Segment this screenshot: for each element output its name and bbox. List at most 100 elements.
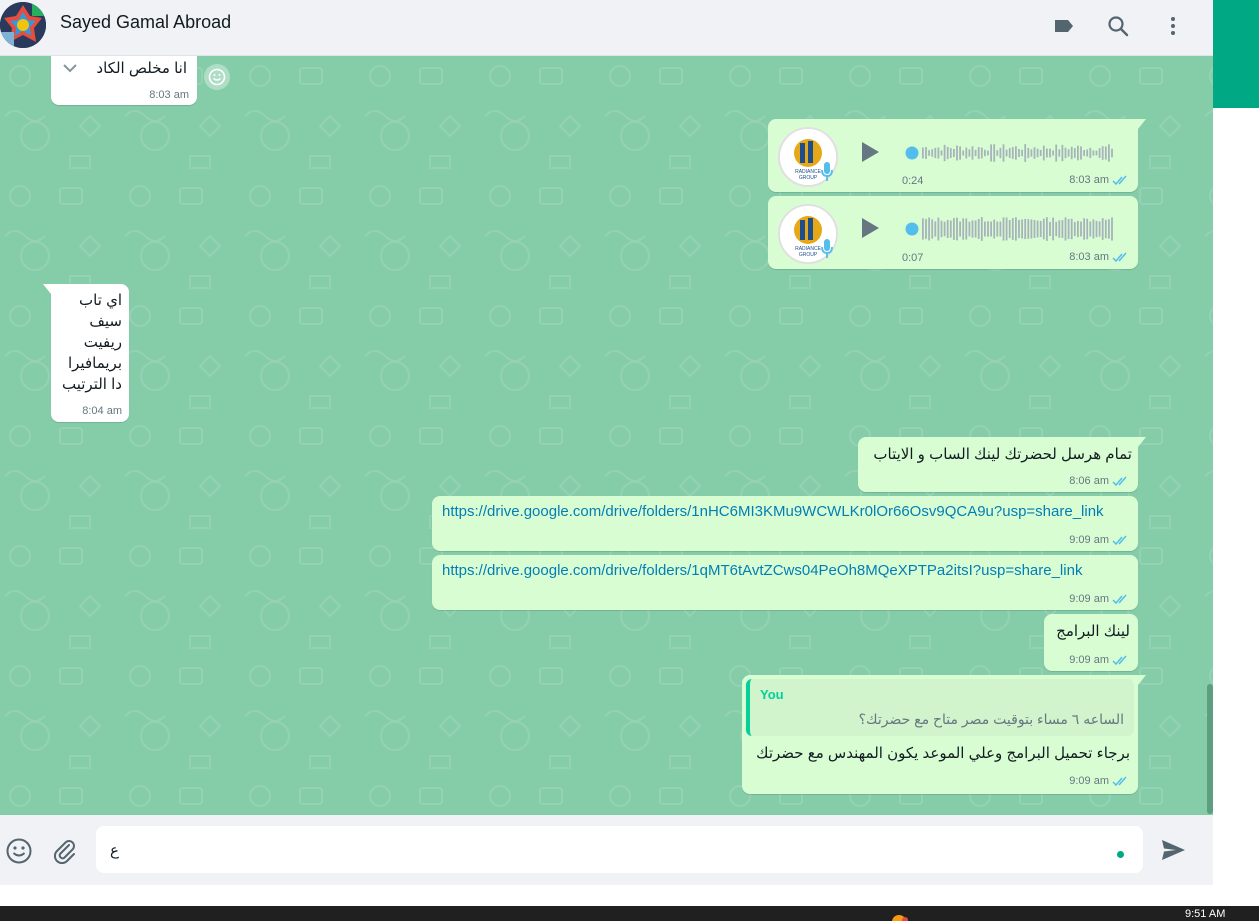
message-time-text: 9:09 am [1069, 775, 1109, 787]
outgoing-message[interactable]: تمام هرسل لحضرتك لينك الساب و الايتاب 8:… [858, 437, 1146, 492]
double-check-icon [1112, 252, 1127, 262]
waveform-bar [1005, 217, 1008, 241]
message-time: 9:09 am [1069, 534, 1130, 546]
waveform-bar [1058, 220, 1061, 238]
outgoing-link-message[interactable]: https://drive.google.com/drive/folders/1… [432, 496, 1138, 551]
waveform-bar [971, 220, 974, 238]
waveform-bar [934, 221, 937, 237]
outgoing-message[interactable]: لينك البرامج 9:09 am [1044, 614, 1138, 671]
quote-author: You [760, 687, 784, 702]
waveform-bar [1077, 145, 1079, 161]
waveform-bar [1021, 149, 1023, 157]
waveform-bar [1108, 144, 1110, 162]
outgoing-voice-message[interactable]: RADIANCE GROUP 0:24 8:03 am [768, 119, 1146, 192]
waveform-bar [1089, 147, 1092, 159]
message-time-text: 8:06 am [1069, 475, 1109, 487]
waveform-bar [922, 147, 924, 159]
contact-avatar[interactable] [0, 2, 46, 48]
taskbar-clock[interactable]: 9:51 AM [1185, 908, 1225, 920]
waveform-bar [1061, 144, 1064, 162]
waveform-bar [1104, 146, 1107, 160]
voice-waveform[interactable] [904, 214, 1114, 244]
waveform-bar [1080, 221, 1082, 237]
waveform-bar [943, 144, 946, 162]
chevron-down-icon[interactable] [61, 59, 79, 82]
waveform-bar [940, 150, 943, 156]
incoming-message[interactable]: اي تاب سيف ريفيت بريمافيرا دا الترتيب 8:… [43, 284, 129, 422]
waveform-bar [1052, 150, 1054, 156]
waveform-bar [946, 219, 949, 239]
double-check-icon [1112, 776, 1127, 786]
voice-waveform[interactable] [904, 138, 1114, 168]
waveform-bar [1018, 219, 1020, 239]
waveform-bar [1049, 221, 1051, 237]
message-input[interactable] [110, 839, 1090, 861]
waveform-bar [1021, 219, 1023, 239]
waveform-bar [1061, 220, 1064, 238]
play-icon[interactable] [856, 214, 884, 242]
waveform-bar [949, 148, 952, 158]
waveform-bar [1008, 148, 1011, 158]
outgoing-reply-message[interactable]: You الساعه ٦ مساء بتوقيت مصر متاح مع حضر… [742, 675, 1146, 794]
quote-text: الساعه ٦ مساء بتوقيت مصر متاح مع حضرتك؟ [858, 711, 1124, 727]
outgoing-voice-message[interactable]: RADIANCE GROUP 0:07 8:03 am [768, 196, 1138, 269]
message-time: 8:06 am [1069, 475, 1130, 487]
waveform-bar [1067, 149, 1070, 157]
waveform-bar [968, 149, 971, 157]
waveform-bar [922, 218, 924, 240]
waveform-bar [959, 146, 961, 160]
waveform-bar [980, 147, 983, 159]
message-time: 8:04 am [82, 405, 122, 417]
waveform-bar [1055, 144, 1058, 162]
tray-notification-icon [902, 917, 908, 921]
waveform-bar [1111, 217, 1113, 241]
emoji-reaction-icon[interactable] [204, 64, 230, 90]
message-list[interactable]: انا مخلص الكاد 8:03 am RADIANCE GROUP 0:… [0, 56, 1213, 815]
double-check-icon [1112, 535, 1127, 545]
waveform-bar [990, 144, 992, 162]
quoted-message[interactable]: You الساعه ٦ مساء بتوقيت مصر متاح مع حضر… [746, 679, 1134, 736]
message-line: ريفيت [83, 334, 122, 351]
waveform-bar [977, 147, 980, 159]
emoji-icon[interactable] [3, 835, 35, 867]
waveform-bar [1033, 147, 1036, 159]
logo-brand-sub: GROUP [799, 175, 818, 181]
search-icon[interactable] [1102, 10, 1134, 42]
message-text: برجاء تحميل البرامج وعلي الموعد يكون الم… [756, 745, 1130, 762]
waveform-bar [931, 149, 934, 157]
message-text: تمام هرسل لحضرتك لينك الساب و الايتاب [873, 446, 1132, 463]
waveform-bar [1101, 218, 1104, 240]
message-input-box[interactable] [96, 826, 1143, 873]
waveform-bar [984, 149, 986, 157]
waveform-bar [1089, 221, 1092, 237]
waveform-bar [925, 147, 927, 159]
waveform-bar [931, 219, 934, 239]
waveform-bar [990, 221, 992, 237]
os-taskbar: 9:51 AM [0, 906, 1259, 921]
contact-name[interactable]: Sayed Gamal Abroad [60, 12, 231, 33]
attach-icon[interactable] [48, 835, 80, 867]
drive-folder-link[interactable]: https://drive.google.com/drive/folders/1… [442, 562, 1082, 579]
outgoing-link-message[interactable]: https://drive.google.com/drive/folders/1… [432, 555, 1138, 610]
send-icon[interactable] [1157, 834, 1189, 866]
logo-brand-sub: GROUP [799, 252, 818, 258]
waveform-bar [1086, 149, 1089, 157]
waveform-bar [1046, 217, 1048, 241]
waveform-bar [1086, 218, 1089, 240]
waveform-bar [1098, 148, 1101, 158]
scrollbar[interactable] [1207, 684, 1213, 814]
incoming-message[interactable]: انا مخلص الكاد 8:03 am [51, 56, 197, 105]
waveform-bar [928, 217, 930, 241]
label-icon[interactable] [1048, 10, 1080, 42]
waveform-bar [1064, 147, 1067, 159]
waveform-bar [1111, 148, 1113, 158]
play-icon[interactable] [856, 138, 884, 166]
waveform-bar [1070, 146, 1073, 160]
waveform-bar [993, 144, 996, 162]
message-time: 9:09 am [1069, 654, 1130, 666]
waveform-bar [1027, 147, 1030, 159]
message-line: سيف [89, 313, 122, 330]
drive-folder-link[interactable]: https://drive.google.com/drive/folders/1… [442, 503, 1104, 520]
menu-icon[interactable] [1157, 10, 1189, 42]
message-time: 8:03 am [149, 89, 189, 101]
